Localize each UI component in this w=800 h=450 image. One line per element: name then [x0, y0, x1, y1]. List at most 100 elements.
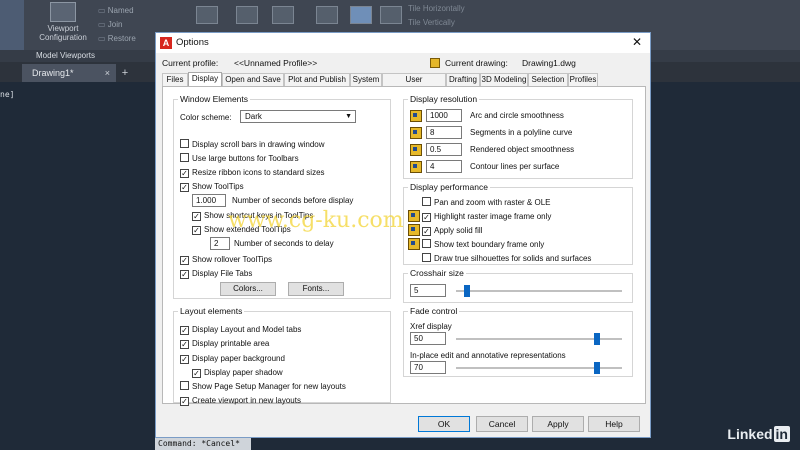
display-resolution-legend: Display resolution [408, 94, 480, 104]
join-button[interactable]: Join [98, 18, 136, 32]
display-performance-group: Display performance Pan and zoom with ra… [403, 182, 633, 265]
close-icon[interactable]: ✕ [632, 35, 642, 49]
rendered-smoothness-input[interactable]: 0.5 [426, 143, 462, 156]
fonts-button[interactable]: Fonts... [288, 282, 344, 296]
tab-user-preferences[interactable]: User Preferences [382, 73, 446, 96]
command-line[interactable]: Command: *Cancel* [155, 438, 251, 450]
drawing-setting-icon [408, 224, 420, 236]
viewport-tool-icon[interactable] [316, 6, 338, 24]
rollover-tooltips-checkbox[interactable]: ✓ Show rollover ToolTips [180, 254, 272, 265]
inplace-edit-slider[interactable] [456, 362, 622, 374]
viewport-tool-icon[interactable] [350, 6, 372, 24]
window-elements-group: Window Elements Color scheme: Dark ▼ Dis… [173, 94, 391, 299]
polyline-segments-label: Segments in a polyline curve [470, 128, 573, 137]
tab-open-and-save[interactable]: Open and Save [222, 73, 284, 86]
tile-items: Tile Horizontally Tile Vertically [408, 2, 465, 30]
checkbox-checked[interactable]: ✓ [180, 183, 189, 192]
seconds-before-display-input[interactable]: 1.000 [192, 194, 226, 207]
apply-button[interactable]: Apply [532, 416, 584, 432]
layout-model-tabs-checkbox[interactable]: ✓ Display Layout and Model tabs [180, 324, 301, 335]
slider-thumb[interactable] [594, 333, 600, 345]
paper-background-checkbox[interactable]: ✓ Display paper background [180, 353, 285, 364]
seconds-to-delay-input[interactable]: 2 [210, 237, 230, 250]
create-viewport-checkbox[interactable]: ✓ Create viewport in new layouts [180, 395, 301, 406]
contour-lines-input[interactable]: 4 [426, 160, 462, 173]
tab-selection[interactable]: Selection [528, 73, 568, 86]
drawing-setting-icon [410, 161, 422, 173]
checkbox-checked[interactable]: ✓ [180, 169, 189, 178]
slider-thumb[interactable] [594, 362, 600, 374]
tab-3d-modeling[interactable]: 3D Modeling [480, 73, 528, 86]
file-tabs-checkbox[interactable]: ✓ Display File Tabs [180, 268, 252, 279]
paper-shadow-checkbox[interactable]: ✓ Display paper shadow [192, 367, 283, 378]
help-button[interactable]: Help [588, 416, 640, 432]
resize-ribbon-checkbox[interactable]: ✓ Resize ribbon icons to standard sizes [180, 167, 325, 178]
highlight-raster-checkbox[interactable]: ✓ Highlight raster image frame only [422, 211, 551, 222]
xref-display-input[interactable]: 50 [410, 332, 446, 345]
ok-button[interactable]: OK [418, 416, 470, 432]
crosshair-size-input[interactable]: 5 [410, 284, 446, 297]
large-buttons-checkbox[interactable]: Use large buttons for Toolbars [180, 153, 299, 164]
viewport-tool-icon[interactable] [380, 6, 402, 24]
apply-solid-fill-checkbox[interactable]: ✓ Apply solid fill [422, 225, 482, 236]
checkbox-checked[interactable]: ✓ [180, 355, 189, 364]
close-icon[interactable]: × [105, 64, 110, 82]
inplace-edit-input[interactable]: 70 [410, 361, 446, 374]
colors-button[interactable]: Colors... [220, 282, 276, 296]
file-tab-drawing1[interactable]: Drawing1* × [22, 64, 116, 82]
tab-plot-and-publish[interactable]: Plot and Publish [284, 73, 350, 86]
restore-button[interactable]: Restore [98, 32, 136, 46]
pan-zoom-checkbox[interactable]: Pan and zoom with raster & OLE [422, 197, 551, 208]
tile-vertically-button[interactable]: Tile Vertically [408, 16, 465, 30]
color-scheme-dropdown[interactable]: Dark ▼ [240, 110, 356, 123]
shortcut-keys-checkbox[interactable]: ✓ Show shortcut keys in ToolTips [192, 210, 313, 221]
checkbox[interactable] [180, 381, 189, 390]
tab-files[interactable]: Files [162, 73, 188, 86]
layout-elements-legend: Layout elements [178, 306, 245, 316]
text-boundary-checkbox[interactable]: Show text boundary frame only [422, 239, 544, 250]
tile-horizontally-button[interactable]: Tile Horizontally [408, 2, 465, 16]
tab-display[interactable]: Display [188, 72, 222, 86]
arc-smoothness-input[interactable]: 1000 [426, 109, 462, 122]
printable-area-checkbox[interactable]: ✓ Display printable area [180, 338, 269, 349]
seconds-before-display-label: Number of seconds before display [232, 196, 354, 205]
polyline-segments-input[interactable]: 8 [426, 126, 462, 139]
autocad-app-icon: A [160, 37, 172, 49]
viewport-configuration-button[interactable]: Viewport Configuration [34, 2, 92, 48]
checkbox-checked[interactable]: ✓ [180, 256, 189, 265]
current-drawing-value: Drawing1.dwg [522, 58, 576, 68]
checkbox[interactable] [422, 239, 431, 248]
page-setup-manager-checkbox[interactable]: Show Page Setup Manager for new layouts [180, 381, 346, 392]
new-tab-plus-icon[interactable]: + [118, 66, 132, 80]
checkbox-checked[interactable]: ✓ [192, 369, 201, 378]
checkbox-checked[interactable]: ✓ [422, 227, 431, 236]
show-tooltips-checkbox[interactable]: ✓ Show ToolTips [180, 181, 244, 192]
tab-drafting[interactable]: Drafting [446, 73, 480, 86]
checkbox-checked[interactable]: ✓ [180, 397, 189, 406]
checkbox[interactable] [180, 139, 189, 148]
checkbox[interactable] [180, 153, 189, 162]
drawing-setting-icon [408, 210, 420, 222]
extended-tooltips-checkbox[interactable]: ✓ Show extended ToolTips [192, 224, 291, 235]
true-silhouettes-checkbox[interactable]: Draw true silhouettes for solids and sur… [422, 253, 591, 264]
xref-display-slider[interactable] [456, 333, 622, 345]
viewport-tool-icon[interactable] [272, 6, 294, 24]
cancel-button[interactable]: Cancel [476, 416, 528, 432]
crosshair-size-slider[interactable] [456, 285, 622, 297]
viewport-tool-icon[interactable] [196, 6, 218, 24]
checkbox-checked[interactable]: ✓ [180, 270, 189, 279]
checkbox-checked[interactable]: ✓ [180, 340, 189, 349]
checkbox[interactable] [422, 253, 431, 262]
named-button[interactable]: Named [98, 4, 136, 18]
tab-profiles[interactable]: Profiles [568, 73, 598, 86]
display-scroll-bars-checkbox[interactable]: Display scroll bars in drawing window [180, 139, 325, 150]
viewport-tool-icon[interactable] [236, 6, 258, 24]
checkbox-checked[interactable]: ✓ [180, 326, 189, 335]
display-resolution-group: Display resolution 1000 Arc and circle s… [403, 94, 633, 179]
checkbox-checked[interactable]: ✓ [422, 213, 431, 222]
slider-thumb[interactable] [464, 285, 470, 297]
checkbox-checked[interactable]: ✓ [192, 212, 201, 221]
checkbox[interactable] [422, 197, 431, 206]
tab-system[interactable]: System [350, 73, 382, 86]
checkbox-checked[interactable]: ✓ [192, 226, 201, 235]
